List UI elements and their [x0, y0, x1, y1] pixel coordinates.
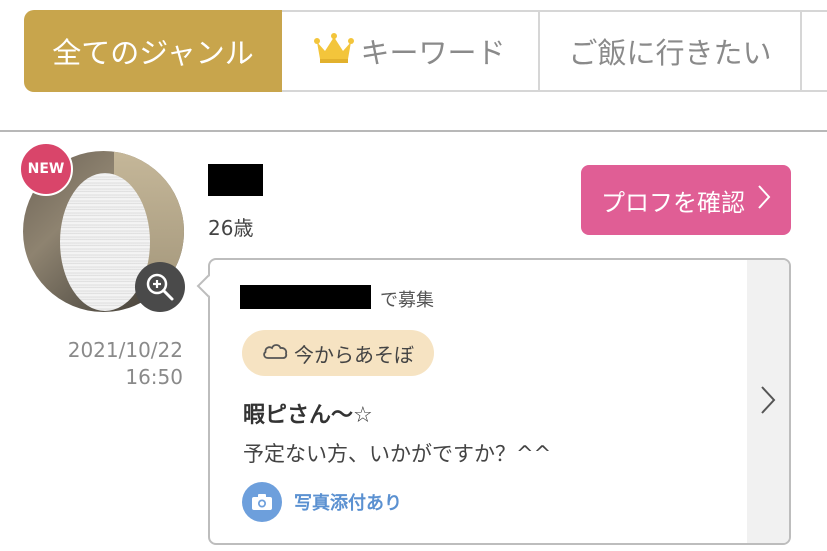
- post-date: 2021/10/22: [67, 338, 183, 362]
- post-description: 予定ない方、いかがですか？^^: [243, 442, 552, 466]
- username-redacted: [208, 164, 263, 196]
- cloud-icon: [262, 341, 288, 366]
- photo-attached-label: 写真添付あり: [294, 493, 402, 514]
- tab-all-genres[interactable]: 全てのジャンル: [24, 10, 282, 92]
- user-age: 26歳: [208, 216, 254, 240]
- tab-keyword[interactable]: キーワード: [282, 10, 540, 92]
- new-badge: NEW: [19, 142, 73, 196]
- post-card[interactable]: で募集 今からあそぼ 暇ピさん〜☆ 予定ない方、いかがですか？^^ 写真添付あり: [196, 258, 791, 545]
- camera-icon: [242, 482, 282, 522]
- view-profile-button[interactable]: プロフを確認: [581, 165, 791, 235]
- crown-icon: [314, 32, 355, 71]
- post-datetime: 2021/10/22 16:50: [40, 337, 183, 391]
- post-title: 暇ピさん〜☆: [243, 403, 373, 428]
- speech-bubble-tail: [196, 274, 220, 298]
- tab-want-meal[interactable]: ご飯に行きたい: [540, 10, 802, 92]
- recruit-suffix: で募集: [380, 290, 434, 311]
- view-profile-label: プロフを確認: [601, 188, 745, 217]
- card-open-button[interactable]: [747, 260, 789, 543]
- status-tag: 今からあそぼ: [242, 330, 434, 376]
- location-redacted: [240, 285, 371, 309]
- tabs-divider: [0, 130, 827, 132]
- genre-tabs: 全てのジャンル キーワード ご飯に行きたい: [24, 10, 827, 92]
- tab-all-genres-label: 全てのジャンル: [52, 36, 254, 70]
- tab-next-partial[interactable]: [802, 10, 827, 92]
- chevron-right-icon: [757, 184, 771, 216]
- status-tag-label: 今からあそぼ: [294, 342, 414, 367]
- tab-keyword-label: キーワード: [360, 36, 506, 70]
- post-time: 16:50: [125, 365, 183, 389]
- zoom-in-icon[interactable]: [135, 262, 185, 312]
- tab-want-meal-label: ご飯に行きたい: [568, 36, 772, 70]
- photo-attached-indicator: 写真添付あり: [242, 482, 402, 522]
- chevron-right-icon: [760, 385, 776, 419]
